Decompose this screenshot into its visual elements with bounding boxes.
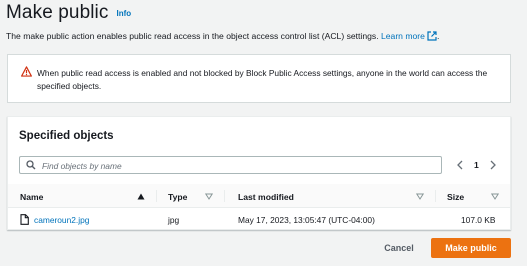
- specified-objects-panel: Specified objects Find objects by name 1…: [7, 116, 511, 230]
- alert-message: When public read access is enabled and n…: [37, 68, 488, 91]
- panel-title: Specified objects: [19, 130, 114, 142]
- page-description: The make public action enables public re…: [6, 31, 440, 41]
- sort-icon[interactable]: [491, 193, 499, 200]
- chevron-left-icon: [457, 160, 463, 170]
- learn-more-label: Learn more: [380, 31, 425, 41]
- warning-alert: When public read access is enabled and n…: [7, 54, 511, 103]
- object-name-link[interactable]: cameroun2.jpg: [34, 215, 89, 225]
- table-row: cameroun2.jpg jpg May 17, 2023, 13:05:47…: [8, 209, 510, 229]
- column-header-size[interactable]: Size: [447, 192, 464, 202]
- column-divider: [435, 190, 436, 202]
- column-divider: [224, 190, 225, 202]
- make-public-button[interactable]: Make public: [431, 238, 511, 258]
- object-last-modified: May 17, 2023, 13:05:47 (UTC-04:00): [238, 215, 375, 225]
- page-title: Make public: [6, 2, 109, 23]
- sort-icon[interactable]: [416, 193, 424, 200]
- info-link[interactable]: Info: [116, 9, 131, 18]
- pagination: 1: [453, 158, 500, 172]
- table-header: Name Type Last modified Size: [8, 184, 510, 208]
- cancel-button[interactable]: Cancel: [376, 240, 422, 257]
- file-icon: [20, 214, 29, 225]
- sort-ascending-icon[interactable]: [137, 193, 145, 200]
- chevron-right-icon: [490, 160, 496, 170]
- sort-icon[interactable]: [205, 193, 213, 200]
- column-header-name[interactable]: Name: [20, 192, 43, 202]
- search-input[interactable]: Find objects by name: [19, 156, 442, 174]
- external-link-icon: [427, 31, 437, 41]
- description-text: The make public action enables public re…: [6, 31, 381, 41]
- warning-triangle-icon: [21, 66, 32, 77]
- column-header-last-modified[interactable]: Last modified: [238, 192, 294, 202]
- current-page-number[interactable]: 1: [474, 160, 479, 170]
- object-size: 107.0 KB: [461, 215, 496, 225]
- page-header: Make public Info: [6, 2, 131, 24]
- object-type: jpg: [168, 215, 180, 225]
- previous-page-button[interactable]: [453, 158, 467, 172]
- next-page-button[interactable]: [486, 158, 500, 172]
- column-header-type[interactable]: Type: [168, 192, 187, 202]
- column-divider: [156, 190, 157, 202]
- search-placeholder: Find objects by name: [42, 160, 122, 171]
- search-icon: [26, 160, 36, 170]
- learn-more-link[interactable]: Learn more: [381, 31, 437, 41]
